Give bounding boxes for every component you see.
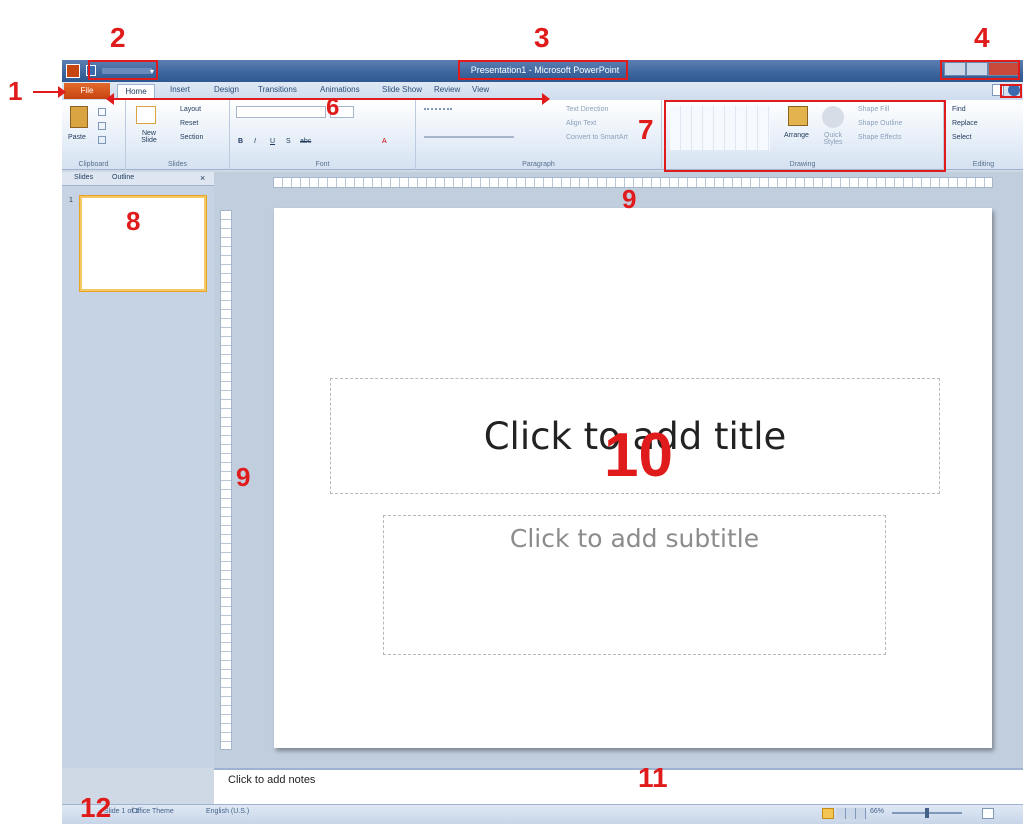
alignment-icon[interactable] [424,136,514,144]
paste-icon[interactable] [70,106,88,128]
normal-view-icon[interactable] [822,808,834,819]
slide-thumbnail[interactable] [79,195,207,292]
paragraph-label: Paragraph [522,161,555,168]
title-bar-highlight [458,60,628,80]
select-button[interactable]: Select [952,134,971,141]
annotation-12: 12 [80,792,112,823]
zoom-level[interactable]: 66% [870,808,884,815]
notes-pane[interactable] [214,768,1023,804]
help-highlight [1000,84,1022,98]
tab-view[interactable]: View [472,85,489,94]
powerpoint-logo-icon[interactable] [66,64,80,78]
tab-review[interactable]: Review [434,85,460,94]
font-name-select[interactable] [236,106,326,118]
tab-design[interactable]: Design [214,85,239,94]
annotation-11: 11 [638,762,668,793]
find-button[interactable]: Find [952,106,966,113]
new-slide-label[interactable]: New Slide [134,130,164,144]
replace-button[interactable]: Replace [952,120,978,127]
tab-slide-show[interactable]: Slide Show [382,85,422,94]
annotation-arrowhead-6-left [106,93,114,105]
reset-button[interactable]: Reset [180,120,198,127]
paste-label[interactable]: Paste [68,134,86,141]
editing-label: Editing [972,161,995,168]
drawing-group-highlight [664,100,946,172]
bullets-icon[interactable] [424,108,452,116]
view-buttons-icon[interactable] [836,808,866,819]
tab-transitions[interactable]: Transitions [258,85,297,94]
italic-icon[interactable]: I [254,138,256,145]
smartart-button[interactable]: Convert to SmartArt [566,134,628,141]
clipboard-group: Paste Clipboard [62,100,126,170]
text-direction-button[interactable]: Text Direction [566,106,608,113]
cut-icon[interactable] [98,108,106,116]
subtitle-placeholder-text: Click to add subtitle [509,524,760,553]
tab-animations[interactable]: Animations [320,85,360,94]
window-controls-highlight [940,60,1020,80]
slides-group: New Slide Layout Reset Section Slides [126,100,230,170]
tab-file[interactable]: File [64,83,110,99]
annotation-10: 10 [604,421,673,490]
fit-to-window-icon[interactable] [982,808,994,819]
tab-slides-pane[interactable]: Slides [74,174,93,181]
annotation-8: 8 [126,206,141,236]
slide-number: 1 [69,197,73,204]
editing-group: Find Replace Select Editing [944,100,1023,170]
align-text-button[interactable]: Align Text [566,120,596,127]
shadow-icon[interactable]: S [286,138,291,145]
annotation-2: 2 [110,22,126,53]
layout-button[interactable]: Layout [180,106,201,113]
annotation-4: 4 [974,22,990,53]
strikethrough-icon[interactable]: abc [300,138,311,145]
tab-insert[interactable]: Insert [170,85,190,94]
copy-icon[interactable] [98,122,106,130]
text-direction-label: Text Direction [566,106,609,113]
slides-label: Slides [167,161,188,168]
annotation-arrowhead-1 [58,86,66,98]
theme-name[interactable]: Office Theme [132,808,174,815]
annotation-6: 6 [326,94,340,121]
format-painter-icon[interactable] [98,136,106,144]
annotation-7: 7 [638,114,654,145]
quick-access-toolbar-highlight [88,60,158,80]
tab-outline-pane[interactable]: Outline [112,174,134,181]
annotation-1: 1 [8,76,23,106]
slides-pane-tabs: Slides Outline × [62,172,214,186]
font-color-icon[interactable]: A [382,138,387,145]
section-button[interactable]: Section [180,134,203,141]
align-text-label: Align Text [566,120,597,127]
underline-icon[interactable]: U [270,138,275,145]
font-label: Font [315,161,330,168]
vertical-ruler [220,210,232,750]
paragraph-group: Text Direction Align Text Convert to Sma… [416,100,662,170]
smartart-label: Convert to SmartArt [566,134,628,141]
notes-placeholder: Click to add notes [228,774,316,786]
annotation-9-top: 9 [622,184,637,214]
clipboard-label: Clipboard [78,161,109,168]
new-slide-icon[interactable] [136,106,156,124]
annotation-arrowhead-6-right [542,93,550,105]
annotation-9-left: 9 [236,462,251,492]
language-indicator[interactable]: English (U.S.) [206,808,249,815]
annotation-3: 3 [534,22,550,53]
close-pane-icon[interactable]: × [200,173,205,183]
font-group: B I U S abc A Font [230,100,416,170]
bold-icon[interactable]: B [238,138,243,145]
zoom-slider-thumb[interactable] [925,808,929,818]
